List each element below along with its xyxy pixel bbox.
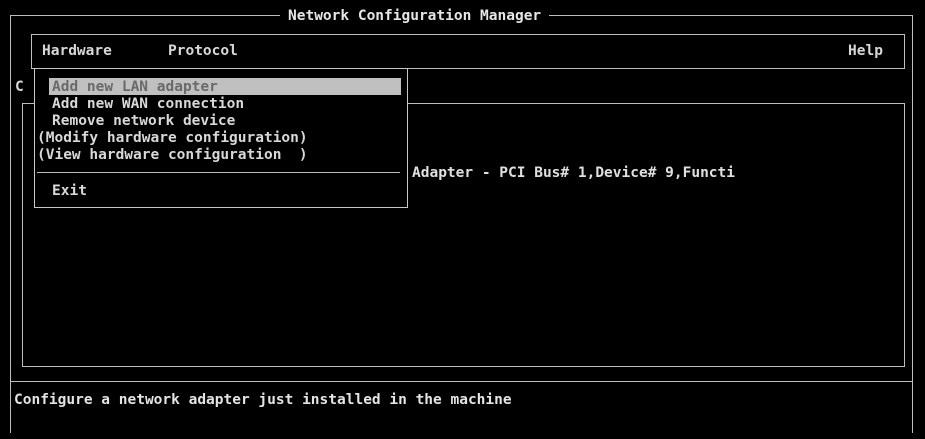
menu-item-exit[interactable]: Exit <box>52 183 87 199</box>
menu-hardware[interactable]: Hardware <box>42 43 112 59</box>
device-list-row[interactable]: Adapter - PCI Bus# 1,Device# 9,Functi <box>412 165 735 181</box>
menu-item-modify-hardware-config[interactable]: (Modify hardware configuration) <box>37 130 308 146</box>
menu-item-remove-network-device[interactable]: Remove network device <box>52 113 235 129</box>
window-title: Network Configuration Manager <box>280 8 550 24</box>
menu-bar <box>31 34 905 69</box>
menu-protocol[interactable]: Protocol <box>168 43 238 59</box>
panel-label: C <box>15 79 24 95</box>
menu-help[interactable]: Help <box>848 43 883 59</box>
menu-item-add-wan-connection[interactable]: Add new WAN connection <box>52 96 244 112</box>
status-separator <box>10 381 913 382</box>
menu-item-add-lan-adapter[interactable]: Add new LAN adapter <box>52 79 218 95</box>
menu-item-view-hardware-config[interactable]: (View hardware configuration ) <box>37 147 308 163</box>
status-text: Configure a network adapter just install… <box>14 392 512 408</box>
menu-separator <box>37 172 400 173</box>
